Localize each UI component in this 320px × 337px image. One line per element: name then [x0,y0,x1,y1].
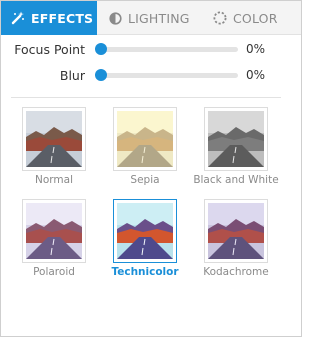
filter-normal[interactable]: Normal [22,107,86,187]
blur-label: Blur [59,67,85,83]
focus-point-value: 0% [245,42,265,56]
blur-value: 0% [245,68,265,82]
tab-effects[interactable]: EFFECTS [1,1,97,35]
filter-label: Technicolor [111,266,179,278]
focus-point-label: Focus Point [14,41,85,57]
dashed-circle-icon [213,11,227,25]
filter-thumbnail [22,107,86,171]
filter-thumbnail [22,199,86,263]
filter-label: Sepia [130,174,160,186]
tab-lighting-label: LIGHTING [128,10,190,26]
filter-thumbnail [204,199,268,263]
filter-label: Black and White [193,174,279,186]
road-landscape-thumbnail [208,203,264,259]
filter-sepia[interactable]: Sepia [113,107,177,187]
filter-thumbnail [204,107,268,171]
focus-point-slider-track[interactable] [101,47,238,52]
blur-slider-handle[interactable] [95,69,107,81]
filter-thumbnail [113,199,177,263]
filter-polaroid[interactable]: Polaroid [22,199,86,279]
focus-point-slider-row: Focus Point 0% [1,38,301,60]
road-landscape-thumbnail [117,203,173,259]
road-landscape-thumbnail [117,111,173,167]
filter-label: Kodachrome [203,266,269,278]
filter-technicolor[interactable]: Technicolor [111,199,179,279]
road-landscape-thumbnail [26,203,82,259]
filter-label: Polaroid [33,266,75,278]
filter-kodachrome[interactable]: Kodachrome [203,199,269,279]
tab-lighting[interactable]: LIGHTING [97,1,197,35]
effects-panel: EFFECTS LIGHTING COLOR Focus Point 0% Bl… [0,0,302,337]
tab-bar: EFFECTS LIGHTING COLOR [1,1,301,35]
half-circle-icon [109,11,122,25]
road-landscape-thumbnail [26,111,82,167]
tab-color[interactable]: COLOR [197,1,301,35]
focus-point-slider-handle[interactable] [95,43,107,55]
filter-thumbnail [113,107,177,171]
blur-slider-track[interactable] [101,73,238,78]
filter-black-and-white[interactable]: Black and White [193,107,279,187]
tab-color-label: COLOR [233,10,278,26]
tab-effects-label: EFFECTS [31,10,94,26]
divider [11,97,281,98]
blur-slider-row: Blur 0% [1,64,301,86]
filter-label: Normal [35,174,73,186]
magic-wand-icon [11,11,25,25]
road-landscape-thumbnail [208,111,264,167]
